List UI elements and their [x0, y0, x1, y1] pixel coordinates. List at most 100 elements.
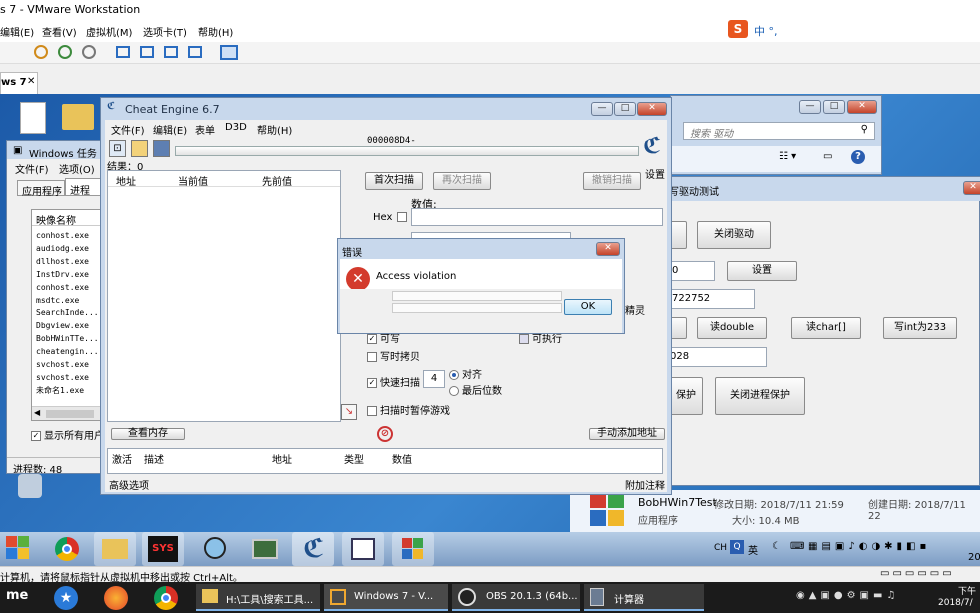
recycle-icon[interactable]	[18, 474, 42, 498]
writable-checkbox[interactable]: ✓	[367, 334, 377, 344]
column-active[interactable]: 激活	[112, 451, 132, 466]
table-row[interactable]: conhost.exe	[36, 282, 99, 295]
firefox-icon[interactable]	[104, 586, 128, 610]
cheat-engine-task-icon[interactable]: ℭ	[292, 532, 334, 566]
menu-help[interactable]: 帮助(H)	[257, 122, 292, 137]
copy-on-write-checkbox[interactable]	[367, 352, 377, 362]
column-image-name[interactable]: 映像名称	[32, 210, 105, 227]
snapshot-icon[interactable]	[34, 45, 48, 59]
pointer-arrow-icon[interactable]: ↘	[341, 404, 357, 420]
show-all-checkbox[interactable]: ✓	[31, 431, 41, 441]
view-memory-button[interactable]: 查看内存	[111, 428, 185, 440]
fullscreen-icon[interactable]	[164, 46, 178, 58]
manage-snapshot-icon[interactable]	[82, 45, 96, 59]
address-table[interactable]: 激活 描述 地址 类型 数值	[107, 448, 663, 474]
menu-edit[interactable]: 编辑(E)	[153, 122, 187, 137]
menu-view[interactable]: 查看(V)	[42, 24, 77, 39]
table-row[interactable]: conhost.exe	[36, 230, 99, 243]
moon-icon[interactable]: ☾	[772, 541, 781, 552]
vm-tab[interactable]: ws 7 ✕	[0, 72, 38, 94]
settings-label[interactable]: 设置	[645, 166, 665, 181]
explorer-icon[interactable]	[94, 532, 136, 566]
maximize-button[interactable]: □	[614, 102, 636, 116]
language-indicator[interactable]: CH	[714, 543, 727, 553]
maximize-button[interactable]: □	[823, 100, 845, 114]
align-option[interactable]: 对齐	[449, 366, 482, 381]
host-tray-icons[interactable]: ◉▲▣●⚙▣▬♫	[796, 590, 899, 601]
add-address-manually-button[interactable]: 手动添加地址	[589, 428, 665, 440]
menu-options[interactable]: 选项(O)	[59, 161, 95, 176]
menu-file[interactable]: 文件(F)	[15, 161, 49, 176]
table-row[interactable]: audiodg.exe	[36, 243, 99, 256]
fast-scan-input[interactable]: 4	[423, 370, 445, 388]
column-current-value[interactable]: 当前值	[178, 173, 208, 188]
menu-edit[interactable]: 编辑(E)	[0, 24, 34, 39]
executable-checkbox[interactable]	[519, 334, 529, 344]
copy-on-write-option[interactable]: 写时拷贝	[367, 348, 420, 363]
menu-file[interactable]: 文件(F)	[111, 122, 145, 137]
close-protect-button[interactable]: 关闭进程保护	[715, 377, 805, 415]
table-row[interactable]: Dbgview.exe	[36, 320, 99, 333]
write-int-button[interactable]: 写int为233	[883, 317, 957, 339]
view-options-icon[interactable]: ☷ ▾	[779, 151, 796, 162]
guest-clock[interactable]: 20	[968, 552, 980, 563]
menu-help[interactable]: 帮助(H)	[198, 24, 233, 39]
bobh-test-icon[interactable]	[392, 532, 434, 566]
ime-mode[interactable]: 英	[748, 542, 758, 557]
read-double-button[interactable]: 读double	[697, 317, 767, 339]
last-digits-radio[interactable]	[449, 386, 459, 396]
advanced-options-link[interactable]: 高级选项	[109, 477, 149, 492]
folder-icon[interactable]	[62, 104, 94, 130]
table-row[interactable]: cheatengin...	[36, 346, 99, 359]
horizontal-scrollbar[interactable]: ◀	[32, 406, 105, 420]
save-icon[interactable]	[153, 140, 170, 157]
table-row[interactable]: 未命名1.exe	[36, 385, 99, 398]
open-file-icon[interactable]	[131, 140, 148, 157]
view-console-icon[interactable]	[116, 46, 130, 58]
ime-search-icon[interactable]: Q	[730, 540, 744, 554]
fast-scan-option[interactable]: ✓ 快速扫描	[367, 374, 420, 389]
fast-scan-checkbox[interactable]: ✓	[367, 378, 377, 388]
results-list[interactable]: 地址 当前值 先前值	[107, 170, 341, 422]
undo-scan-button[interactable]: 撤销扫描	[583, 172, 641, 190]
start-button[interactable]	[6, 536, 30, 560]
value-input[interactable]	[411, 208, 663, 226]
view-quick-icon[interactable]	[140, 46, 154, 58]
close-button[interactable]: ✕	[963, 181, 980, 195]
table-row[interactable]: svchost.exe	[36, 359, 99, 372]
column-value[interactable]: 数值	[392, 451, 412, 466]
host-clock-time[interactable]: 下午	[958, 584, 976, 597]
close-button[interactable]: ✕	[847, 100, 877, 114]
thumbnail-icon[interactable]	[220, 45, 238, 60]
table-row[interactable]: msdtc.exe	[36, 295, 99, 308]
unity-icon[interactable]	[188, 46, 202, 58]
keyboard-icon[interactable]: ⌨	[790, 541, 804, 552]
vm-device-icons[interactable]: ▭▭▭▭▭▭	[880, 568, 955, 579]
ok-button[interactable]: OK	[564, 299, 612, 315]
cheat-engine-logo-icon[interactable]: ℭ	[643, 136, 665, 160]
read-char-button[interactable]: 读char[]	[791, 317, 861, 339]
search-input[interactable]: 搜索 驱动 ⚲	[683, 122, 875, 140]
tab-processes[interactable]: 进程	[65, 178, 105, 197]
hex-checkbox[interactable]	[397, 212, 407, 222]
table-row[interactable]: dllhost.exe	[36, 256, 99, 269]
bug-tool-icon[interactable]	[194, 532, 236, 566]
notepad-icon[interactable]	[342, 532, 384, 566]
host-clock-date[interactable]: 2018/7/	[938, 598, 973, 608]
column-type[interactable]: 类型	[344, 451, 364, 466]
sys-tool-icon[interactable]: SYS	[142, 532, 184, 566]
align-radio[interactable]	[449, 370, 459, 380]
star-app-icon[interactable]: ★	[54, 586, 78, 610]
last-digits-option[interactable]: 最后位数	[449, 382, 502, 397]
close-button[interactable]: ✕	[637, 102, 667, 116]
next-scan-button[interactable]: 再次扫描	[433, 172, 491, 190]
column-address[interactable]: 地址	[272, 451, 292, 466]
value-input[interactable]: 722752	[671, 289, 755, 309]
ime-status[interactable]: 中 °,	[754, 23, 778, 39]
close-button[interactable]: ✕	[596, 242, 620, 256]
table-extras-link[interactable]: 附加注释	[625, 477, 665, 492]
menu-vm[interactable]: 虚拟机(M)	[86, 24, 132, 39]
search-icon[interactable]: ⚲	[861, 124, 868, 135]
chrome-icon[interactable]	[154, 586, 178, 610]
column-description[interactable]: 描述	[144, 451, 164, 466]
